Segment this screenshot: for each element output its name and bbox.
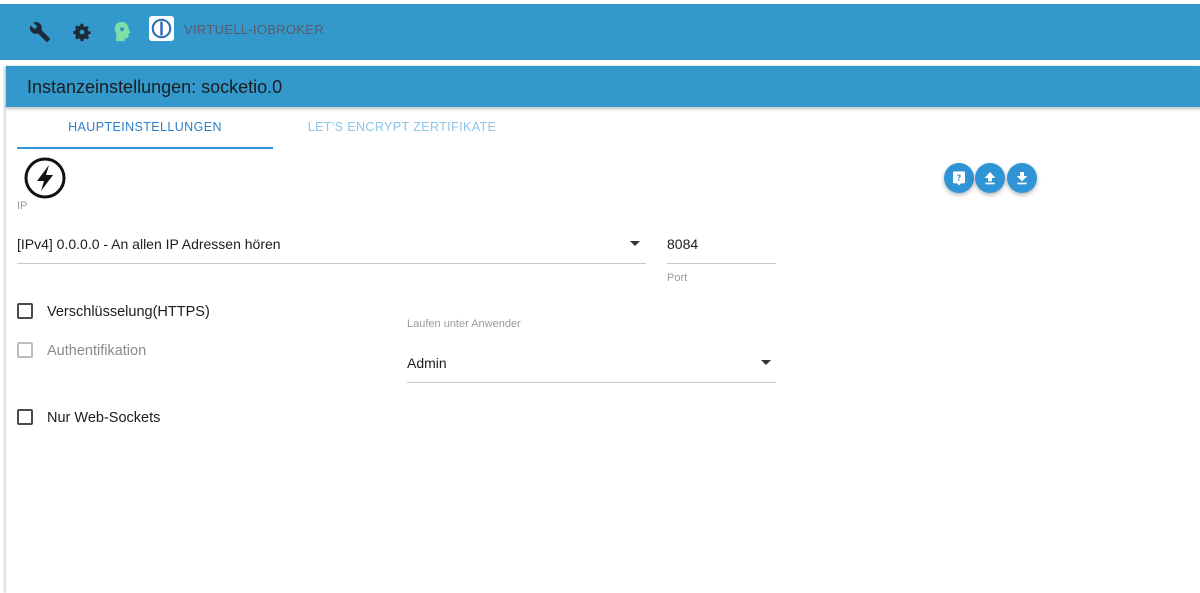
port-label: Port (667, 272, 688, 284)
run-as-select[interactable]: Admin (407, 355, 447, 371)
run-as-dropdown-caret-icon[interactable] (761, 360, 771, 365)
help-button[interactable]: ? (944, 163, 974, 193)
upload-settings-button[interactable] (975, 163, 1005, 193)
run-as-select-underline (407, 382, 776, 383)
socketio-logo-icon (23, 156, 67, 200)
help-icon: ? (953, 171, 965, 186)
authentication-checkbox[interactable] (17, 342, 33, 358)
authentication-label: Authentifikation (47, 343, 147, 359)
tab-letsencrypt-certificates[interactable]: LET'S ENCRYPT ZERTIFIKATE (274, 120, 530, 134)
svg-text:?: ? (957, 174, 962, 183)
top-app-bar: VIRTUELL-IOBROKER (0, 0, 1200, 60)
active-tab-indicator (17, 147, 273, 149)
port-input[interactable]: 8084 (667, 236, 698, 252)
websockets-only-checkbox[interactable] (17, 409, 33, 425)
upload-icon (984, 172, 996, 185)
ip-dropdown-caret-icon[interactable] (630, 241, 640, 246)
websockets-only-label: Nur Web-Sockets (47, 410, 161, 426)
page-title: Instanzeinstellungen: socketio.0 (27, 77, 283, 97)
brain-head-icon[interactable] (109, 19, 135, 45)
ip-select[interactable]: [IPv4] 0.0.0.0 - An allen IP Adressen hö… (17, 236, 281, 252)
wrench-icon[interactable] (27, 19, 53, 45)
https-label: Verschlüsselung(HTTPS) (47, 304, 210, 320)
iobroker-logo (149, 16, 174, 41)
download-settings-button[interactable] (1007, 163, 1037, 193)
settings-gear-icon[interactable] (69, 19, 95, 45)
brand-title: VIRTUELL-IOBROKER (184, 22, 324, 37)
port-input-underline (667, 263, 776, 264)
download-icon (1016, 172, 1028, 185)
instance-settings-page: Instanzeinstellungen: socketio.0 HAUPTEI… (5, 66, 1200, 593)
tab-main-settings[interactable]: HAUPTEINSTELLUNGEN (17, 120, 273, 134)
run-as-label: Laufen unter Anwender (407, 318, 521, 330)
page-title-bar: Instanzeinstellungen: socketio.0 (6, 66, 1200, 107)
https-checkbox[interactable] (17, 303, 33, 319)
ip-label: IP (17, 200, 28, 212)
ip-select-underline (17, 263, 646, 264)
